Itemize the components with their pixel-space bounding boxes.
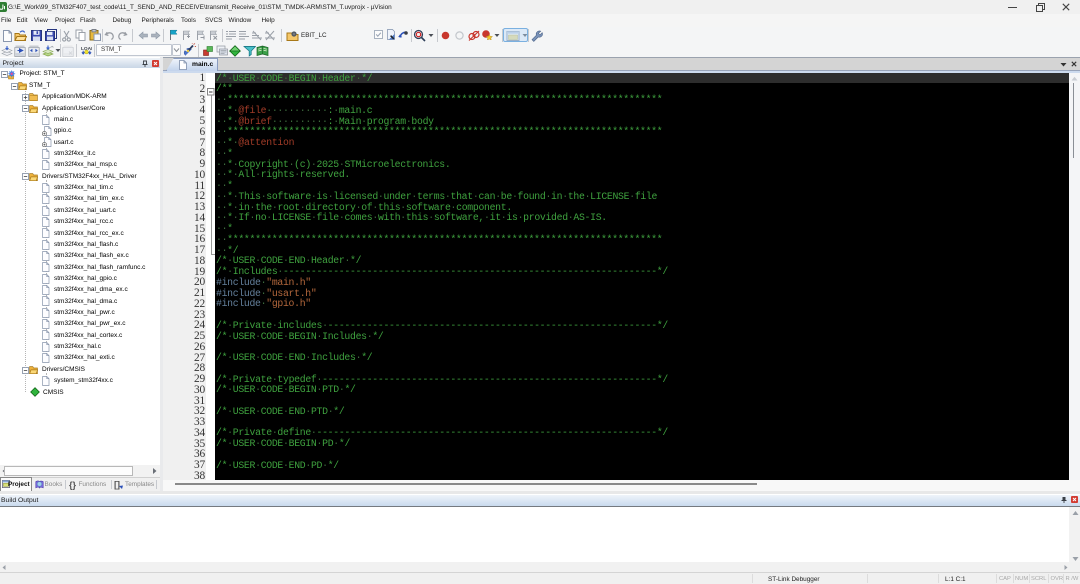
svg-text:[]: [] xyxy=(114,480,120,490)
